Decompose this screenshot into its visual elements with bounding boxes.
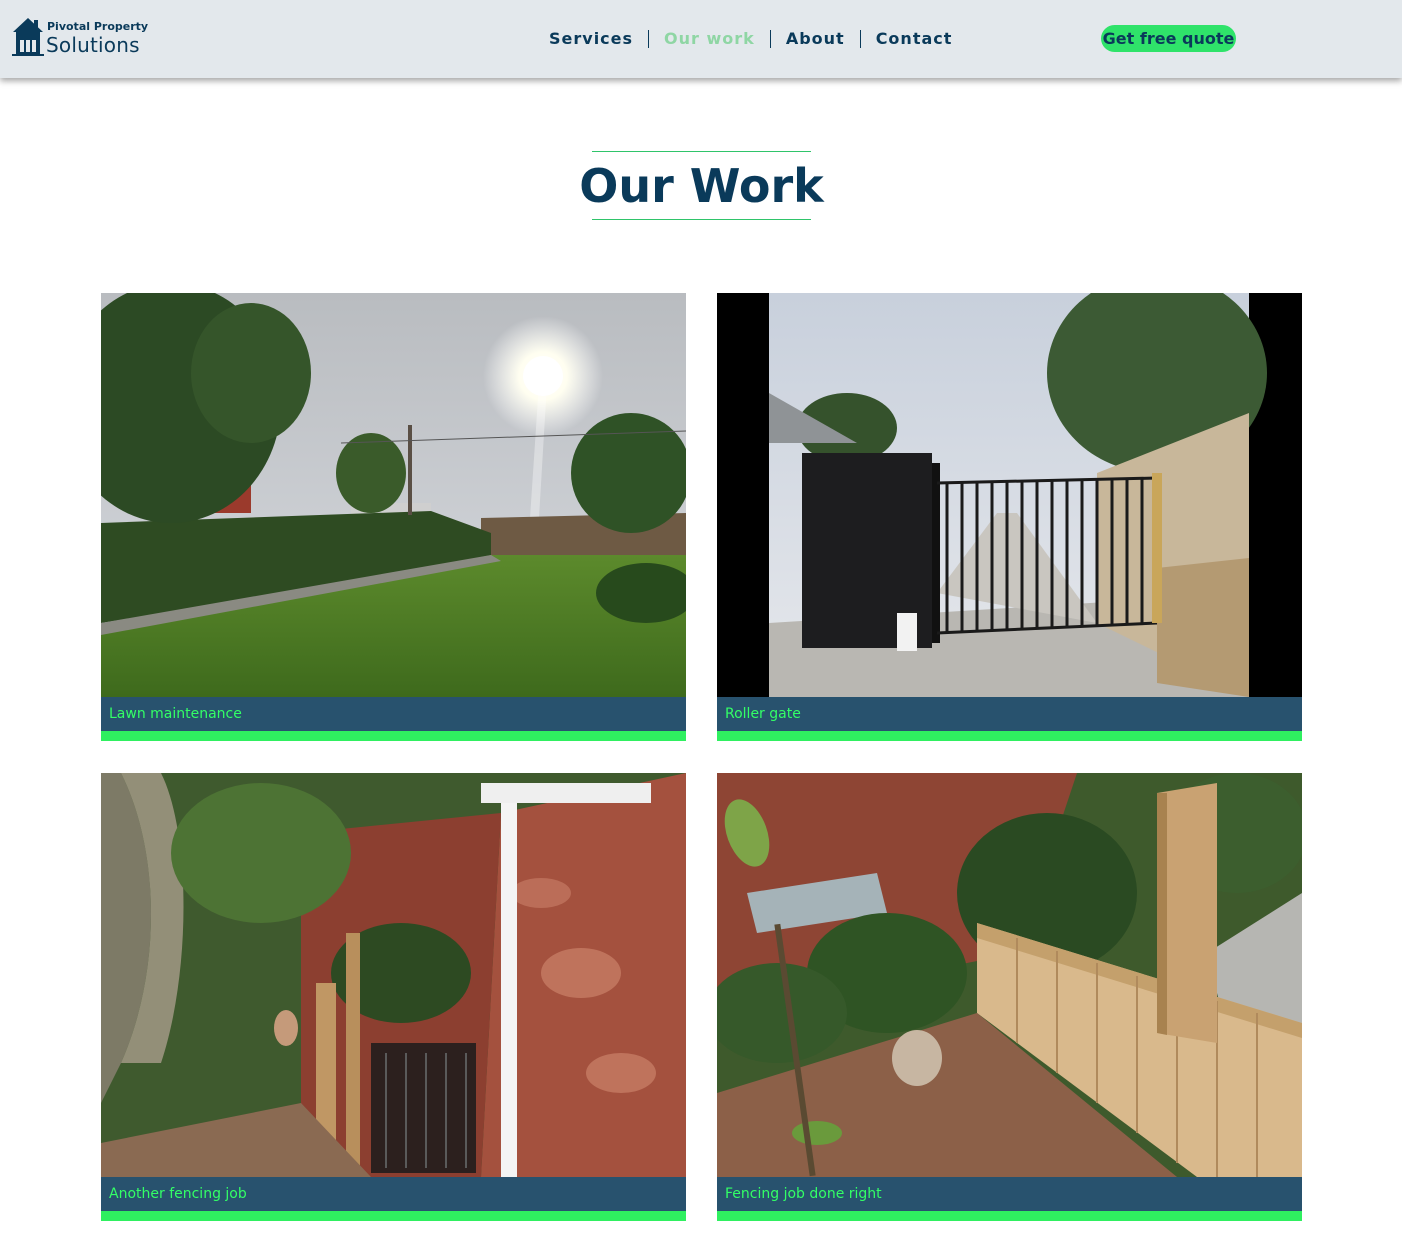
caption-bar: Lawn maintenance	[101, 697, 686, 731]
nav-about[interactable]: About	[771, 29, 860, 49]
page-title-block: Our Work	[579, 151, 824, 220]
gallery-card-gate[interactable]: Roller gate	[717, 293, 1302, 741]
page-title: Our Work	[579, 158, 824, 213]
lawn-photo	[101, 293, 686, 697]
card-caption: Roller gate	[725, 706, 801, 722]
gallery-card-lawn[interactable]: Lawn maintenance	[101, 293, 686, 741]
card-accent-bar	[717, 1211, 1302, 1221]
logo-big-text: Solutions	[46, 33, 140, 57]
site-header: Pivotal Property Solutions Services Our …	[0, 0, 1402, 78]
main-nav: Services Our work About Contact	[534, 27, 967, 51]
house-icon	[12, 18, 44, 56]
nav-services[interactable]: Services	[534, 29, 648, 49]
caption-bar: Another fencing job	[101, 1177, 686, 1211]
caption-bar: Roller gate	[717, 697, 1302, 731]
nav-contact[interactable]: Contact	[861, 29, 968, 49]
card-accent-bar	[101, 1211, 686, 1221]
logo-small-text: Pivotal Property	[47, 20, 149, 33]
fence-photo-1	[101, 773, 686, 1177]
gate-photo	[717, 293, 1302, 697]
card-caption: Fencing job done right	[725, 1186, 882, 1202]
nav-our-work[interactable]: Our work	[649, 29, 770, 49]
caption-bar: Fencing job done right	[717, 1177, 1302, 1211]
fence-photo-2	[717, 773, 1302, 1177]
gallery-card-fencing-done-right[interactable]: Fencing job done right	[717, 773, 1302, 1221]
card-accent-bar	[101, 731, 686, 741]
card-accent-bar	[717, 731, 1302, 741]
card-caption: Lawn maintenance	[109, 706, 242, 722]
get-free-quote-button[interactable]: Get free quote	[1101, 25, 1236, 52]
gallery-card-fencing[interactable]: Another fencing job	[101, 773, 686, 1221]
site-logo[interactable]: Pivotal Property Solutions	[12, 16, 148, 58]
card-caption: Another fencing job	[109, 1186, 247, 1202]
